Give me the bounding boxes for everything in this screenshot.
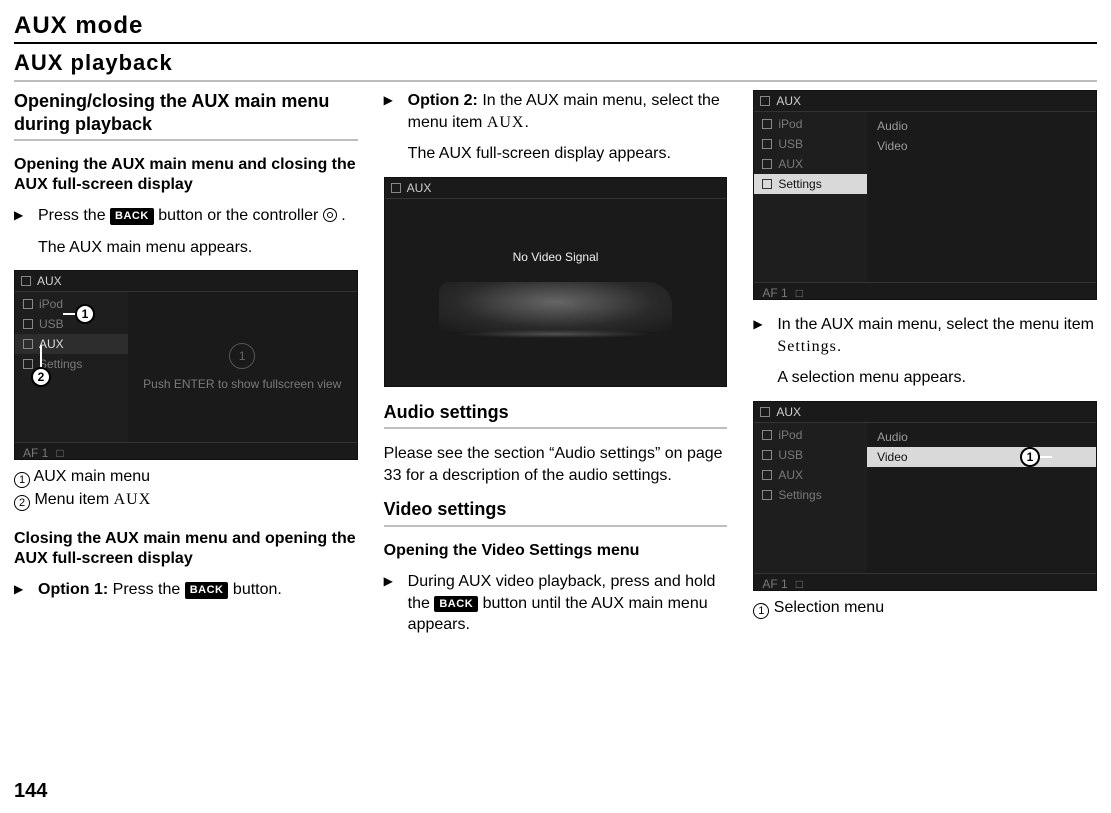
section-title: AUX playback [14, 50, 1097, 76]
text: . [341, 207, 345, 224]
bottom-icon: □ [56, 446, 63, 460]
screenshot-title: AUX [776, 94, 801, 108]
column-3: AUX iPod USB AUX Settings Audio Video AF… [753, 90, 1097, 646]
heading-rule [384, 525, 728, 527]
option-audio: Audio [867, 116, 1096, 136]
screenshot-title: AUX [37, 274, 62, 288]
screenshot-title: AUX [407, 181, 432, 195]
caption-1: 1 AUX main menu [14, 466, 358, 488]
text: button or the controller [158, 207, 323, 224]
menu-item-usb: USB [754, 134, 867, 154]
tab-icon [21, 276, 31, 286]
heading-video-settings: Video settings [384, 498, 728, 521]
step-result: A selection menu appears. [777, 367, 1097, 389]
heading-open-close: Opening/closing the AUX main menu during… [14, 90, 358, 135]
audio-settings-text: Please see the section “Audio settings” … [384, 443, 728, 486]
back-button-icon: BACK [110, 208, 154, 225]
menu-item-aux: AUX [754, 154, 867, 174]
back-button-icon: BACK [185, 582, 229, 599]
main-message: 1 Push ENTER to show fullscreen view [128, 292, 357, 442]
circled-1-icon: 1 [14, 472, 30, 488]
no-video-text: No Video Signal [513, 250, 599, 264]
option-video: Video [867, 136, 1096, 156]
title-rule [14, 42, 1097, 44]
step-select-settings: In the AUX main menu, select the menu it… [753, 314, 1097, 357]
heading-rule [384, 427, 728, 429]
page-number: 144 [14, 780, 47, 803]
caption-2: 2 Menu item AUX [14, 489, 358, 511]
step-press-back: Press the BACK button or the controller … [14, 205, 358, 227]
subheading-close-menu: Closing the AUX main menu and opening th… [14, 529, 358, 569]
screenshot-title: AUX [776, 405, 801, 419]
menu-item-aux: AUX [15, 334, 128, 354]
circled-2-icon: 2 [14, 495, 30, 511]
caption-selection-menu: 1 Selection menu [753, 597, 1097, 619]
step-result: The AUX main menu appears. [38, 237, 358, 259]
menu-item-usb: USB [754, 445, 867, 465]
step-result: The AUX full-screen display appears. [408, 143, 728, 165]
heading-audio-settings: Audio settings [384, 401, 728, 424]
car-silhouette-icon [439, 282, 673, 332]
screenshot-video-selected: AUX iPod USB AUX Settings Audio Video 1 … [753, 401, 1097, 591]
option-audio: Audio [867, 427, 1096, 447]
menu-item-settings-selected: Settings [754, 174, 867, 194]
section-rule [14, 80, 1097, 82]
subheading-open-video-settings: Opening the Video Settings menu [384, 541, 728, 561]
menu-item-ipod: iPod [754, 114, 867, 134]
subheading-open-menu: Opening the AUX main menu and closing th… [14, 155, 358, 195]
menu-item-aux: AUX [754, 465, 867, 485]
column-2: Option 2: In the AUX main menu, select t… [384, 90, 728, 646]
step-press-hold-back: During AUX video playback, press and hol… [384, 571, 728, 636]
column-1: Opening/closing the AUX main menu during… [14, 90, 358, 646]
doc-title: AUX mode [14, 12, 1097, 40]
menu-item-settings: Settings [754, 485, 867, 505]
screenshot-no-video: AUX No Video Signal [384, 177, 728, 387]
step-option1: Option 1: Press the BACK button. [14, 579, 358, 601]
callout-1-icon: 1 [1020, 447, 1040, 467]
screenshot-aux-main-menu: AUX iPod USB AUX Settings 1 Push ENTER t… [14, 270, 358, 460]
step-option2: Option 2: In the AUX main menu, select t… [384, 90, 728, 133]
controller-knob-icon [323, 208, 337, 222]
menu-item-ipod: iPod [754, 425, 867, 445]
screenshot-settings-selected: AUX iPod USB AUX Settings Audio Video AF… [753, 90, 1097, 300]
heading-rule [14, 139, 358, 141]
menu-item-usb: USB [15, 314, 128, 334]
option-video-selected: Video [867, 447, 1096, 467]
bottom-label: AF 1 [23, 446, 48, 460]
circled-1-icon: 1 [753, 603, 769, 619]
text: Press the [38, 207, 110, 224]
back-button-icon: BACK [434, 596, 478, 613]
menu-item-ipod: iPod [15, 294, 128, 314]
